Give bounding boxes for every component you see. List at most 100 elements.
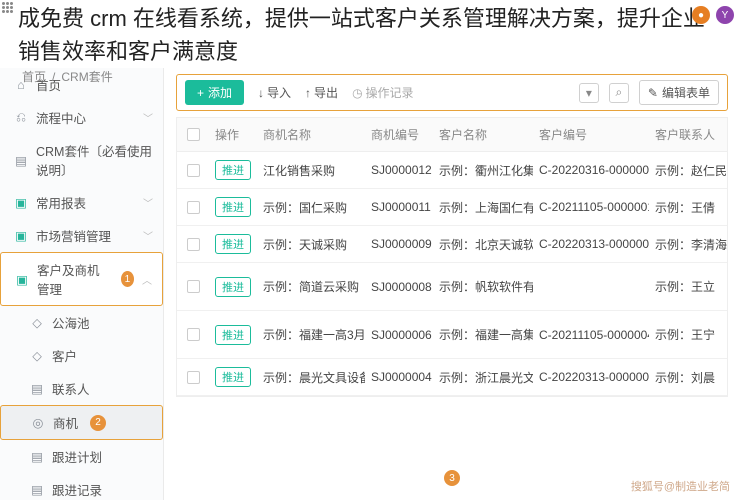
import-button[interactable]: ↓导入 — [258, 84, 291, 101]
row-checkbox[interactable] — [187, 238, 200, 251]
cell-code: SJ0000012 — [365, 152, 433, 188]
chevron-up-icon: ︿ — [142, 272, 152, 287]
folder-icon: ▣ — [15, 272, 29, 286]
cell-contact: 示例：刘晨 — [649, 359, 727, 395]
step-badge-2: 2 — [90, 415, 106, 431]
app-menu-icon[interactable] — [2, 2, 14, 14]
cell-name: 示例：天诚采购 — [257, 226, 365, 262]
sidebar-item-contact[interactable]: ▤联系人 — [0, 372, 163, 405]
cell-contact: 示例：王倩 — [649, 189, 727, 225]
th-contact[interactable]: 客户联系人 — [649, 118, 727, 151]
filter-icon[interactable]: ▾ — [579, 83, 599, 103]
cell-cust: 示例：帆软软件有限公司 — [433, 263, 533, 310]
toolbar: +添加 ↓导入 ↑导出 ◷操作记录 ▾ ⌕ ✎编辑表单 — [176, 74, 728, 111]
user-icon: ◇ — [30, 316, 44, 330]
cell-name: 江化销售采购 — [257, 152, 365, 188]
sidebar-item-reports[interactable]: ▣常用报表﹀ — [0, 186, 163, 219]
edit-form-button[interactable]: ✎编辑表单 — [639, 80, 719, 105]
th-name[interactable]: 商机名称 — [257, 118, 365, 151]
user-icon: ◇ — [30, 349, 44, 363]
advance-button[interactable]: 推进 — [215, 234, 251, 254]
table-header: 操作 商机名称 商机编号 客户名称 客户编号 客户联系人 — [177, 118, 727, 152]
table-row[interactable]: 推进示例：福建一高3月订单SJ0000006示例：福建一高集团C-2021110… — [177, 311, 727, 359]
sidebar-item-marketing[interactable]: ▣市场营销管理﹀ — [0, 219, 163, 252]
sidebar-item-opportunity[interactable]: ◎商机2 — [0, 405, 163, 440]
chevron-down-icon: ﹀ — [143, 228, 153, 243]
breadcrumb-seg[interactable]: CRM套件 — [61, 68, 112, 85]
table-row[interactable]: 推进示例：国仁采购SJ0000011示例：上海国仁有限...C-20211105… — [177, 189, 727, 226]
sidebar-item-cust-opp[interactable]: ▣客户及商机管理1︿ — [0, 252, 163, 306]
cell-cust: 示例：北京天诚软件... — [433, 226, 533, 262]
cell-name: 示例：福建一高3月订单 — [257, 311, 365, 358]
advance-button[interactable]: 推进 — [215, 160, 251, 180]
sidebar-item-crm-suite[interactable]: ▤CRM套件〔必看使用说明〕 — [0, 134, 163, 186]
sidebar-item-customer[interactable]: ◇客户 — [0, 339, 163, 372]
sidebar-item-flow[interactable]: ⎌流程中心﹀ — [0, 101, 163, 134]
advance-button[interactable]: 推进 — [215, 277, 251, 297]
cell-code: SJ0000011 — [365, 189, 433, 225]
table-row[interactable]: 推进示例：晨光文具设备...SJ0000004示例：浙江晨光文具...C-202… — [177, 359, 727, 396]
record-icon: ▤ — [30, 483, 44, 497]
cell-cust-code — [533, 263, 649, 310]
clock-icon: ◷ — [352, 86, 362, 100]
sidebar-item-follow-rec[interactable]: ▤跟进记录 — [0, 473, 163, 500]
sidebar-item-pool[interactable]: ◇公海池 — [0, 306, 163, 339]
plan-icon: ▤ — [30, 450, 44, 464]
doc-icon: ▤ — [14, 153, 28, 167]
cell-name: 示例：国仁采购 — [257, 189, 365, 225]
cell-code: SJ0000008 — [365, 263, 433, 310]
data-table: 操作 商机名称 商机编号 客户名称 客户编号 客户联系人 推进江化销售采购SJ0… — [176, 117, 728, 397]
watermark-text: 搜狐号@制造业老简 — [631, 478, 730, 494]
cell-cust-code: C-20211105-0000001 — [533, 189, 649, 225]
flow-icon: ⎌ — [14, 111, 28, 125]
cell-code: SJ0000006 — [365, 311, 433, 358]
sidebar-item-follow-plan[interactable]: ▤跟进计划 — [0, 440, 163, 473]
row-checkbox[interactable] — [187, 280, 200, 293]
folder-icon: ▣ — [14, 229, 28, 243]
table-row[interactable]: 推进示例：简道云采购SJ0000008示例：帆软软件有限公司 示例：王立 — [177, 263, 727, 311]
advance-button[interactable]: 推进 — [215, 197, 251, 217]
cell-contact: 示例：王立 — [649, 263, 727, 310]
history-button[interactable]: ◷操作记录 — [352, 84, 414, 101]
cell-name: 示例：简道云采购 — [257, 263, 365, 310]
cell-cust-code: C-20220313-0000002 — [533, 226, 649, 262]
folder-icon: ▣ — [14, 196, 28, 210]
cell-code: SJ0000004 — [365, 359, 433, 395]
cell-cust-code: C-20220316-0000001 — [533, 152, 649, 188]
th-op: 操作 — [209, 118, 257, 151]
user-avatar-icon[interactable]: Y — [716, 6, 734, 24]
row-checkbox[interactable] — [187, 201, 200, 214]
sidebar: ⌂首页 ⎌流程中心﹀ ▤CRM套件〔必看使用说明〕 ▣常用报表﹀ ▣市场营销管理… — [0, 68, 164, 500]
breadcrumb: 首页 / CRM套件 — [22, 68, 113, 85]
chevron-down-icon: ﹀ — [143, 195, 153, 210]
contact-icon: ▤ — [30, 382, 44, 396]
plus-icon: + — [197, 86, 204, 100]
cell-cust: 示例：福建一高集团 — [433, 311, 533, 358]
cell-code: SJ0000009 — [365, 226, 433, 262]
export-button[interactable]: ↑导出 — [305, 84, 338, 101]
export-icon: ↑ — [305, 86, 311, 100]
select-all-checkbox[interactable] — [187, 128, 200, 141]
import-icon: ↓ — [258, 86, 264, 100]
row-checkbox[interactable] — [187, 371, 200, 384]
table-row[interactable]: 推进示例：天诚采购SJ0000009示例：北京天诚软件...C-20220313… — [177, 226, 727, 263]
money-icon: ◎ — [31, 416, 45, 430]
table-row[interactable]: 推进江化销售采购SJ0000012示例：衢州江化集团C-20220316-000… — [177, 152, 727, 189]
add-button[interactable]: +添加 — [185, 80, 244, 105]
row-checkbox[interactable] — [187, 164, 200, 177]
main-content: +添加 ↓导入 ↑导出 ◷操作记录 ▾ ⌕ ✎编辑表单 操作 商机名称 商机编号… — [164, 68, 740, 500]
advance-button[interactable]: 推进 — [215, 367, 251, 387]
th-code[interactable]: 商机编号 — [365, 118, 433, 151]
breadcrumb-seg[interactable]: 首页 — [22, 68, 46, 85]
step-badge-3: 3 — [444, 470, 460, 486]
search-icon[interactable]: ⌕ — [609, 83, 629, 103]
advance-button[interactable]: 推进 — [215, 325, 251, 345]
notification-icon[interactable]: ● — [692, 6, 710, 24]
cell-cust-code: C-20211105-0000004 — [533, 311, 649, 358]
row-checkbox[interactable] — [187, 328, 200, 341]
cell-cust: 示例：上海国仁有限... — [433, 189, 533, 225]
th-cust-code[interactable]: 客户编号 — [533, 118, 649, 151]
th-cust[interactable]: 客户名称 — [433, 118, 533, 151]
cell-cust: 示例：浙江晨光文具... — [433, 359, 533, 395]
cell-contact: 示例：赵仁民 — [649, 152, 727, 188]
